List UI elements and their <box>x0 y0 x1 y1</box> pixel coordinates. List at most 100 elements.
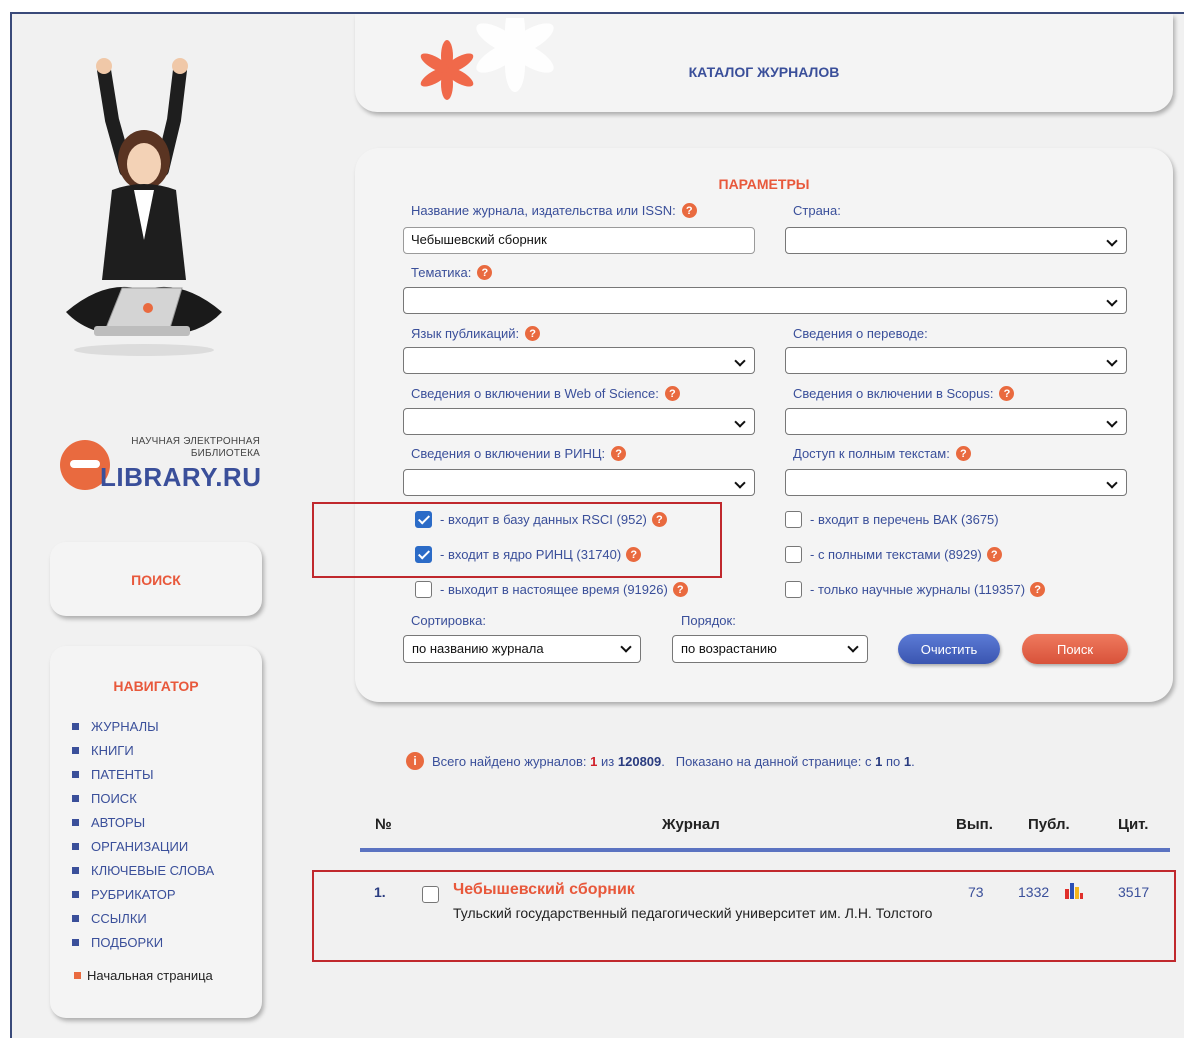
vak-checkbox-row[interactable]: - входит в перечень ВАК (3675) <box>785 511 999 528</box>
rinc-select[interactable] <box>403 469 755 496</box>
table-header-rule <box>360 848 1170 852</box>
nav-item-label[interactable]: ССЫЛКИ <box>91 911 147 926</box>
search-link[interactable]: ПОИСК <box>50 572 262 588</box>
help-icon[interactable]: ? <box>477 265 493 280</box>
full-texts-checkbox[interactable] <box>785 546 802 563</box>
scientific-only-checkbox[interactable] <box>785 581 802 598</box>
chevron-down-icon <box>1106 416 1118 428</box>
nav-item-label[interactable]: ОРГАНИЗАЦИИ <box>91 839 188 854</box>
summary-prefix: Всего найдено журналов: <box>432 753 587 769</box>
scopus-select[interactable] <box>785 408 1127 435</box>
nav-item-books[interactable]: КНИГИ <box>72 738 214 762</box>
bar-chart-icon[interactable] <box>1064 881 1084 899</box>
wos-select[interactable] <box>403 408 755 435</box>
nav-item-label[interactable]: ПОИСК <box>91 791 137 806</box>
nav-item-label[interactable]: АВТОРЫ <box>91 815 145 830</box>
nav-item-authors[interactable]: АВТОРЫ <box>72 810 214 834</box>
nav-item-search[interactable]: ПОИСК <box>72 786 214 810</box>
language-label-text: Язык публикаций: <box>411 326 520 341</box>
issues-count[interactable]: 73 <box>968 884 984 900</box>
help-icon[interactable]: ? <box>955 446 971 461</box>
column-header-journal[interactable]: Журнал <box>662 816 720 833</box>
to-word: по <box>885 753 901 769</box>
nav-item-label[interactable]: КНИГИ <box>91 743 134 758</box>
topic-select[interactable] <box>403 287 1127 314</box>
clear-button[interactable]: Очистить <box>898 634 1000 664</box>
help-icon[interactable]: ? <box>681 203 697 218</box>
country-label: Страна: <box>793 203 841 218</box>
nav-item-collections[interactable]: ПОДБОРКИ <box>72 930 214 954</box>
help-icon[interactable]: ? <box>525 326 541 341</box>
search-button[interactable]: Поиск <box>1022 634 1128 664</box>
chevron-down-icon <box>847 641 859 653</box>
search-panel[interactable]: ПОИСК <box>50 542 262 616</box>
nav-item-label[interactable]: ПОДБОРКИ <box>91 935 163 950</box>
language-select[interactable] <box>403 347 755 374</box>
nav-item-rubricator[interactable]: РУБРИКАТОР <box>72 882 214 906</box>
current-checkbox-row[interactable]: - выходит в настоящее время (91926) ? <box>415 581 688 598</box>
topic-label-text: Тематика: <box>411 265 472 280</box>
nav-item-label[interactable]: ЖУРНАЛЫ <box>91 719 159 734</box>
nav-item-label[interactable]: КЛЮЧЕВЫЕ СЛОВА <box>91 863 214 878</box>
elibrary-logo[interactable]: НАУЧНАЯ ЭЛЕКТРОННАЯ БИБЛИОТЕКА LIBRARY.R… <box>60 432 262 496</box>
help-icon[interactable]: ? <box>672 582 688 597</box>
publications-count[interactable]: 1332 <box>1018 884 1049 900</box>
nav-home-label[interactable]: Начальная страница <box>87 968 213 983</box>
column-header-issues[interactable]: Вып. <box>956 816 993 833</box>
logo-tagline-2: БИБЛИОТЕКА <box>190 448 260 459</box>
nav-item-journals[interactable]: ЖУРНАЛЫ <box>72 714 214 738</box>
order-label-text: Порядок: <box>681 613 736 628</box>
bullet-icon <box>72 746 79 754</box>
order-select-value: по возрастанию <box>681 641 777 656</box>
fulltext-access-label-text: Доступ к полным текстам: <box>793 446 950 461</box>
chevron-down-icon <box>620 641 632 653</box>
nav-item-keywords[interactable]: КЛЮЧЕВЫЕ СЛОВА <box>72 858 214 882</box>
scientific-only-checkbox-row[interactable]: - только научные журналы (119357) ? <box>785 581 1046 598</box>
journal-title-link[interactable]: Чебышевский сборник <box>453 881 635 899</box>
row-checkbox[interactable] <box>422 886 439 903</box>
nav-item-links[interactable]: ССЫЛКИ <box>72 906 214 930</box>
nav-item-organizations[interactable]: ОРГАНИЗАЦИИ <box>72 834 214 858</box>
scientific-only-checkbox-label[interactable]: - только научные журналы (119357) <box>810 582 1025 597</box>
header-panel: КАТАЛОГ ЖУРНАЛОВ <box>355 14 1173 112</box>
current-checkbox[interactable] <box>415 581 432 598</box>
chevron-down-icon <box>734 477 746 489</box>
row-checkbox-wrap[interactable] <box>422 886 447 903</box>
translation-select[interactable] <box>785 347 1127 374</box>
logo-name: LIBRARY.RU <box>100 462 262 492</box>
country-select[interactable] <box>785 227 1127 254</box>
citations-count[interactable]: 3517 <box>1118 884 1149 900</box>
nav-item-label[interactable]: ПАТЕНТЫ <box>91 767 153 782</box>
navigator-panel: НАВИГАТОР ЖУРНАЛЫ КНИГИ ПАТЕНТЫ ПОИСК АВ… <box>50 646 262 1018</box>
nav-item-patents[interactable]: ПАТЕНТЫ <box>72 762 214 786</box>
topic-label: Тематика: ? <box>411 265 493 280</box>
journal-name-input[interactable]: Чебышевский сборник <box>403 227 755 254</box>
shown-to: 1 <box>903 753 912 769</box>
help-icon[interactable]: ? <box>999 386 1015 401</box>
column-header-citations[interactable]: Цит. <box>1118 816 1148 833</box>
shown-prefix: Показано на данной странице: с <box>675 753 872 769</box>
of-word: из <box>601 753 615 769</box>
vak-checkbox-label[interactable]: - входит в перечень ВАК (3675) <box>810 512 999 527</box>
nav-item-label[interactable]: РУБРИКАТОР <box>91 887 176 902</box>
sort-label-text: Сортировка: <box>411 613 486 628</box>
sort-select[interactable]: по названию журнала <box>403 635 641 663</box>
order-label: Порядок: <box>681 613 736 628</box>
bullet-icon <box>72 818 79 826</box>
fulltext-access-select[interactable] <box>785 469 1127 496</box>
language-label: Язык публикаций: ? <box>411 326 541 341</box>
help-icon[interactable]: ? <box>664 386 680 401</box>
order-select[interactable]: по возрастанию <box>672 635 868 663</box>
nav-home-link[interactable]: Начальная страница <box>74 968 213 983</box>
fulltext-access-label: Доступ к полным текстам: ? <box>793 446 971 461</box>
help-icon[interactable]: ? <box>1030 582 1046 597</box>
help-icon[interactable]: ? <box>986 547 1002 562</box>
help-icon[interactable]: ? <box>611 446 627 461</box>
journal-name-label-text: Название журнала, издательства или ISSN: <box>411 203 676 218</box>
full-texts-checkbox-label[interactable]: - с полными текстами (8929) <box>810 547 982 562</box>
full-texts-checkbox-row[interactable]: - с полными текстами (8929) ? <box>785 546 1002 563</box>
vak-checkbox[interactable] <box>785 511 802 528</box>
column-header-publications[interactable]: Публ. <box>1028 816 1070 833</box>
page-title: КАТАЛОГ ЖУРНАЛОВ <box>688 64 840 80</box>
current-checkbox-label[interactable]: - выходит в настоящее время (91926) <box>440 582 668 597</box>
